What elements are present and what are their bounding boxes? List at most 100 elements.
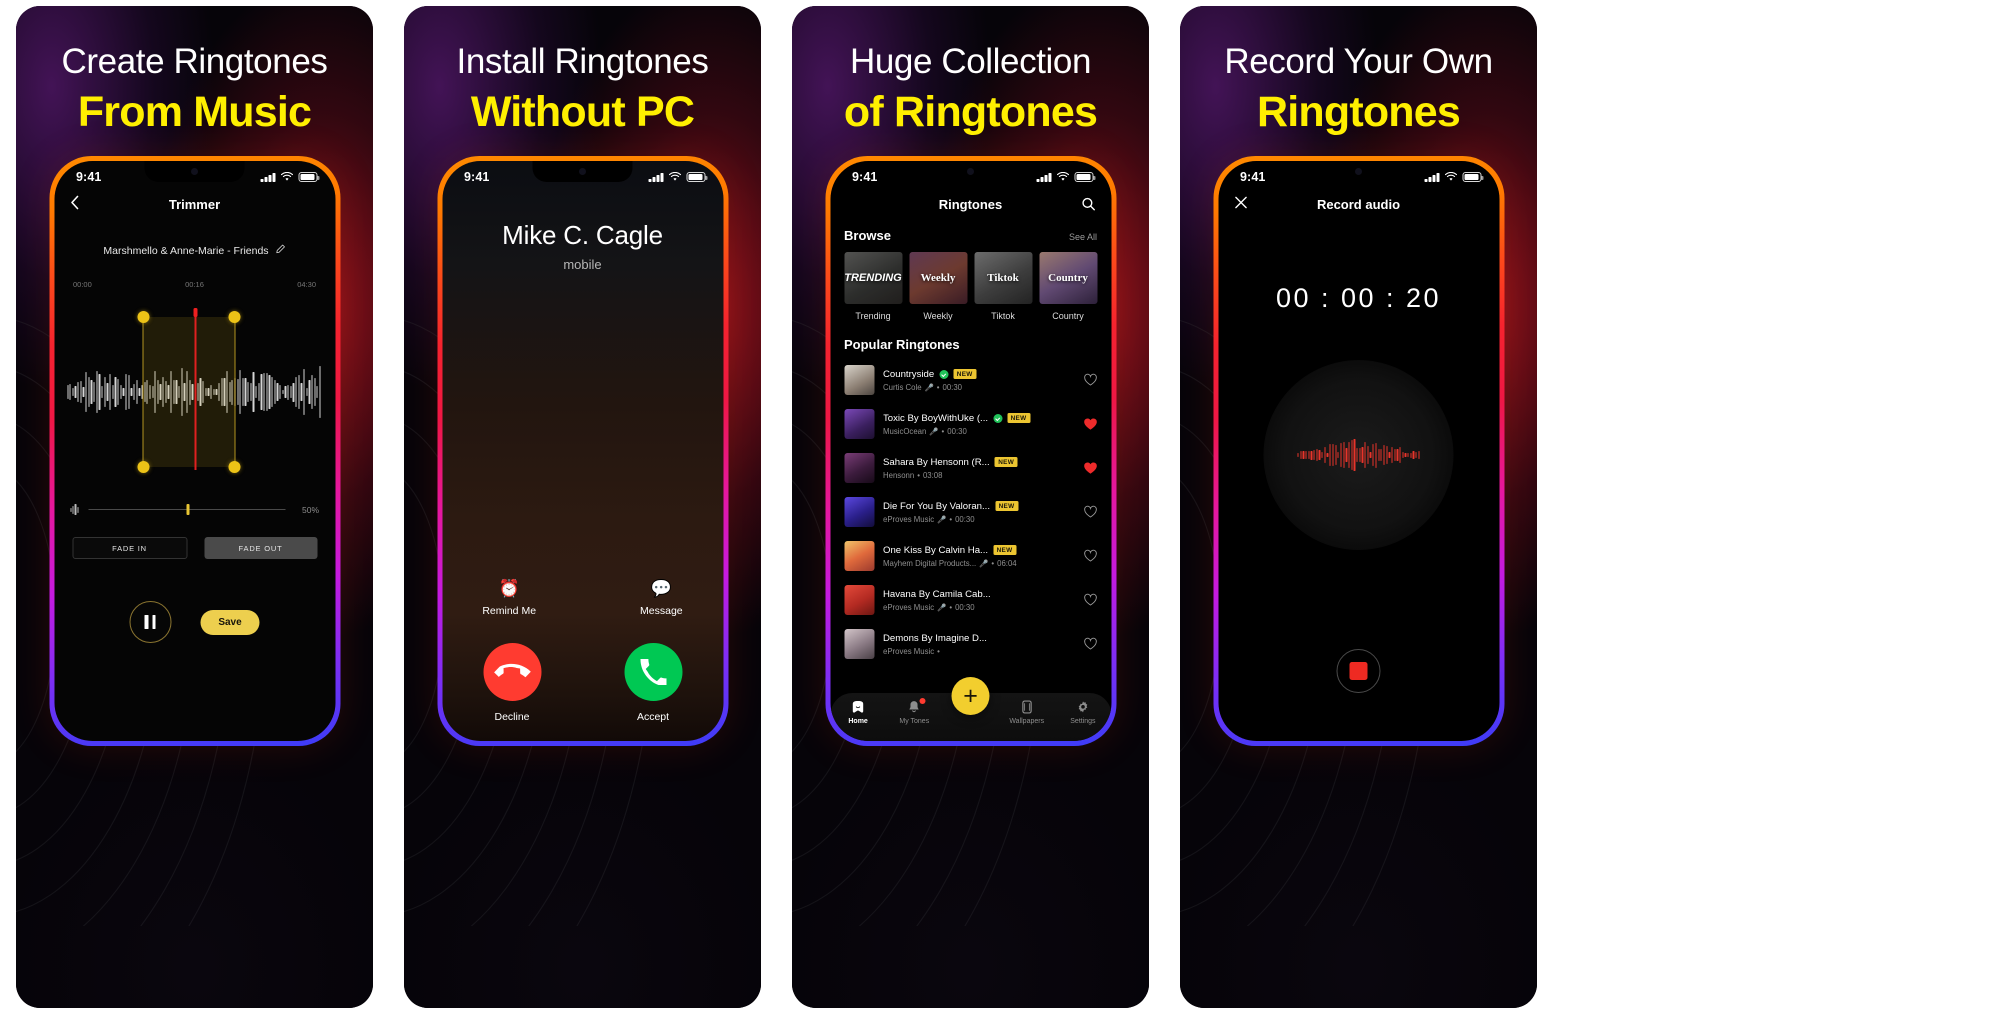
new-badge: NEW xyxy=(1007,412,1031,424)
ringtone-artwork xyxy=(844,541,874,571)
handle-top-right[interactable] xyxy=(228,311,241,323)
heart-outline-icon[interactable] xyxy=(1083,549,1097,563)
meta-separator: • xyxy=(937,646,940,656)
ringtone-duration: 06:04 xyxy=(997,558,1017,568)
screenshot-gallery: Create Ringtones From Music 9:41 Trimmer… xyxy=(0,0,2012,1014)
back-chevron-icon[interactable] xyxy=(70,195,78,213)
ringtone-artist: Curtis Cole xyxy=(883,382,922,392)
save-button[interactable]: Save xyxy=(200,609,260,635)
battery-icon xyxy=(298,172,320,182)
ringtone-artwork xyxy=(844,629,874,659)
headline-line-1: Huge Collection xyxy=(849,42,1092,81)
add-ringtone-button[interactable]: + xyxy=(951,677,990,715)
panel-headline: Record Your Own Ringtones xyxy=(1180,42,1537,136)
ringtone-row[interactable]: Countryside NEW Curtis Cole 🎤 • 00:30 xyxy=(830,358,1111,402)
heart-outline-icon[interactable] xyxy=(1083,637,1097,651)
heart-outline-icon[interactable] xyxy=(1083,373,1097,387)
heart-outline-icon[interactable] xyxy=(1083,505,1097,519)
phone-screen-incoming-call: 9:41 Mike C. Cagle mobile ⏰ Remind Me 💬 … xyxy=(442,161,723,741)
volume-value: 50% xyxy=(301,504,319,515)
ringtone-artist: eProves Music xyxy=(883,646,935,656)
phone-frame: 9:41 Trimmer Marshmello & Anne-Marie - F… xyxy=(49,156,340,746)
tab-settings[interactable]: Settings xyxy=(1055,699,1111,725)
ringtone-name: Havana By Camila Cab... xyxy=(883,588,991,600)
category-badge: Tiktok xyxy=(987,272,1019,284)
ringtone-artwork xyxy=(844,497,874,527)
heart-filled-icon[interactable] xyxy=(1083,461,1097,475)
ringtone-row[interactable]: Toxic By BoyWithUke (... NEW MusicOcean 🎤 • 0… xyxy=(830,402,1111,446)
category-tiktok[interactable]: Tiktok Tiktok xyxy=(974,252,1032,321)
ringtone-artist: eProves Music xyxy=(883,602,935,612)
ringtone-row[interactable]: Havana By Camila Cab... eProves Music 🎤 • 00… xyxy=(830,578,1111,622)
close-x-icon[interactable] xyxy=(1234,196,1247,212)
ringtone-title-row: Demons By Imagine D... xyxy=(883,633,1074,644)
ringtone-artwork xyxy=(844,365,874,395)
tab-home[interactable]: Home xyxy=(830,699,886,725)
message-button[interactable]: 💬 Message xyxy=(640,580,683,617)
verified-check-icon xyxy=(993,413,1003,423)
pencil-icon[interactable] xyxy=(276,244,286,257)
category-badge: Weekly xyxy=(920,272,956,284)
category-country[interactable]: Country Country xyxy=(1039,252,1097,321)
search-icon[interactable] xyxy=(1081,197,1095,211)
ringtone-row[interactable]: Demons By Imagine D... eProves Music • xyxy=(830,622,1111,666)
screenshot-panel-3: Huge Collection of Ringtones 9:41 Ringto… xyxy=(792,6,1149,1008)
waveform-editor[interactable] xyxy=(54,292,335,492)
ringtone-duration: 00:30 xyxy=(942,382,963,392)
fade-in-button[interactable]: FADE IN xyxy=(72,537,187,559)
screenshot-panel-4: Record Your Own Ringtones 9:41 Record au… xyxy=(1180,6,1537,1008)
category-badge: Country xyxy=(1048,272,1088,284)
heart-outline-icon[interactable] xyxy=(1083,593,1097,607)
ringtone-row[interactable]: Die For You By Valoran... NEW eProves Musi… xyxy=(830,490,1111,534)
ringtone-name: Demons By Imagine D... xyxy=(883,632,987,644)
battery-icon xyxy=(1074,172,1096,182)
stop-record-button[interactable] xyxy=(1336,649,1381,693)
phone-wallpaper-icon xyxy=(999,699,1055,714)
heart-filled-icon[interactable] xyxy=(1083,417,1097,431)
ringtone-title-row: Havana By Camila Cab... xyxy=(883,589,1074,600)
ringtone-name: One Kiss By Calvin Ha... xyxy=(883,544,989,556)
volume-knob[interactable] xyxy=(186,503,190,515)
ringtone-name: Sahara By Hensonn (R... xyxy=(883,456,990,468)
meta-separator: • xyxy=(949,602,953,612)
category-trending[interactable]: TRENDING Trending xyxy=(844,252,902,321)
home-icon xyxy=(830,699,886,714)
category-label: Trending xyxy=(855,311,891,321)
volume-row: 50% xyxy=(54,503,335,515)
waveform-volume-icon xyxy=(70,504,79,515)
see-all-link[interactable]: See All xyxy=(1069,232,1097,242)
phone-frame: 9:41 Ringtones Browse See All TRENDING T… xyxy=(825,156,1116,746)
message-label: Message xyxy=(640,605,683,617)
tab-my-tones[interactable]: My Tones xyxy=(886,698,942,725)
headline-line-1: Install Ringtones xyxy=(456,42,709,81)
phone-icon xyxy=(640,659,666,685)
accept-button[interactable] xyxy=(624,643,682,701)
remind-me-button[interactable]: ⏰ Remind Me xyxy=(482,580,536,617)
fade-buttons: FADE IN FADE OUT xyxy=(54,537,335,559)
ringtone-info: Countryside NEW Curtis Cole 🎤 • 00:30 xyxy=(883,369,1074,392)
volume-slider[interactable] xyxy=(88,503,285,515)
caller-name: Mike C. Cagle xyxy=(502,220,663,250)
ringtone-artist: Hensonn xyxy=(883,470,915,480)
handle-bottom-left[interactable] xyxy=(137,461,149,473)
phone-screen-ringtones: 9:41 Ringtones Browse See All TRENDING T… xyxy=(830,161,1111,741)
ringtone-row[interactable]: Sahara By Hensonn (R... NEW Hensonn • 03:08 xyxy=(830,446,1111,490)
caller-info: Mike C. Cagle mobile xyxy=(442,220,723,272)
category-label: Weekly xyxy=(923,311,953,321)
bell-icon xyxy=(886,699,942,714)
tab-wallpapers[interactable]: Wallpapers xyxy=(999,699,1055,725)
playhead[interactable] xyxy=(193,308,197,470)
ringtone-row[interactable]: One Kiss By Calvin Ha... NEW Mayhem Digita… xyxy=(830,534,1111,578)
pause-button[interactable] xyxy=(129,601,172,643)
ringtone-title-row: Sahara By Hensonn (R... NEW xyxy=(883,457,1074,468)
handle-top-left[interactable] xyxy=(137,311,149,323)
decline-button[interactable] xyxy=(483,643,541,701)
record-visualizer xyxy=(1263,360,1454,550)
phone-notch xyxy=(1308,161,1409,182)
category-weekly[interactable]: Weekly Weekly xyxy=(909,252,967,321)
meta-separator: • xyxy=(991,558,995,568)
fade-out-button[interactable]: FADE OUT xyxy=(204,537,317,559)
status-time: 9:41 xyxy=(464,170,490,184)
handle-bottom-right[interactable] xyxy=(228,461,241,473)
selection-region[interactable] xyxy=(137,311,241,473)
